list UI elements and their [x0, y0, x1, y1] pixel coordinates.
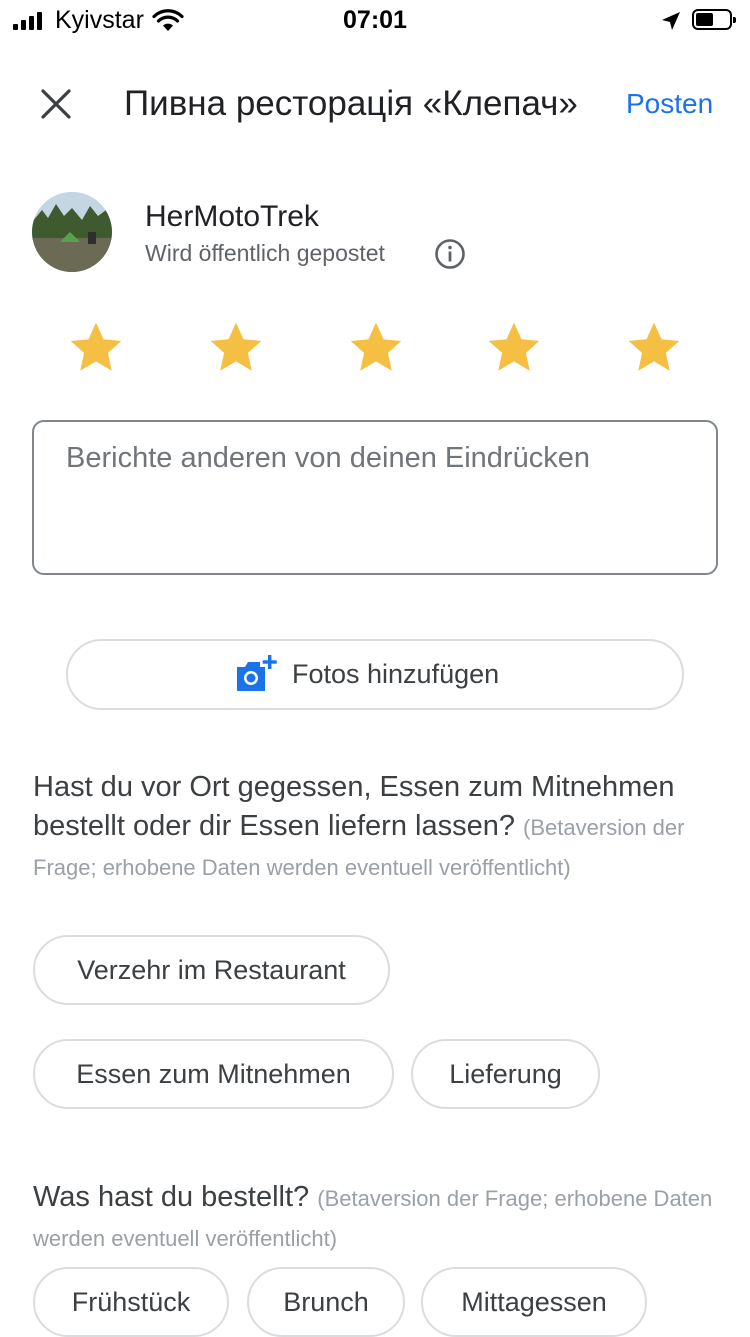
info-icon[interactable]: [434, 238, 466, 270]
review-text-field[interactable]: Berichte anderen von deinen Eindrücken: [32, 420, 718, 575]
add-photo-camera-icon: [237, 655, 277, 691]
add-photos-button[interactable]: Fotos hinzufügen: [66, 639, 684, 710]
star-icon-3[interactable]: [345, 317, 407, 379]
option-takeaway[interactable]: Essen zum Mitnehmen: [33, 1039, 394, 1109]
battery-icon: [692, 9, 736, 30]
option-dine-in[interactable]: Verzehr im Restaurant: [33, 935, 390, 1005]
avatar-photo: [32, 192, 112, 272]
question-order-type-text: Was hast du bestellt?: [33, 1181, 310, 1213]
option-breakfast[interactable]: Frühstück: [33, 1267, 229, 1337]
status-bar: Kyivstar 07:01: [0, 0, 750, 40]
option-delivery[interactable]: Lieferung: [411, 1039, 600, 1109]
location-arrow-icon: [662, 12, 680, 30]
status-time: 07:01: [343, 6, 407, 34]
star-icon-1[interactable]: [65, 317, 127, 379]
posting-visibility-note: Wird öffentlich gepostet: [145, 240, 385, 266]
close-icon[interactable]: [38, 86, 74, 122]
user-name: HerMotoTrek: [145, 200, 319, 233]
question-dining-type: Hast du vor Ort gegessen, Essen zum Mitn…: [33, 768, 713, 887]
star-icon-4[interactable]: [483, 317, 545, 379]
star-icon-5[interactable]: [623, 317, 685, 379]
star-rating: [0, 317, 750, 379]
avatar: [32, 192, 112, 272]
option-brunch[interactable]: Brunch: [247, 1267, 405, 1337]
star-icon-2[interactable]: [205, 317, 267, 379]
option-lunch[interactable]: Mittagessen: [421, 1267, 647, 1337]
question-order-type: Was hast du bestellt? (Betaversion der F…: [33, 1178, 713, 1258]
add-photos-label: Fotos hinzufügen: [292, 659, 500, 689]
post-button[interactable]: Posten: [626, 88, 713, 120]
place-title: Пивна ресторація «Клепач»: [124, 84, 578, 123]
